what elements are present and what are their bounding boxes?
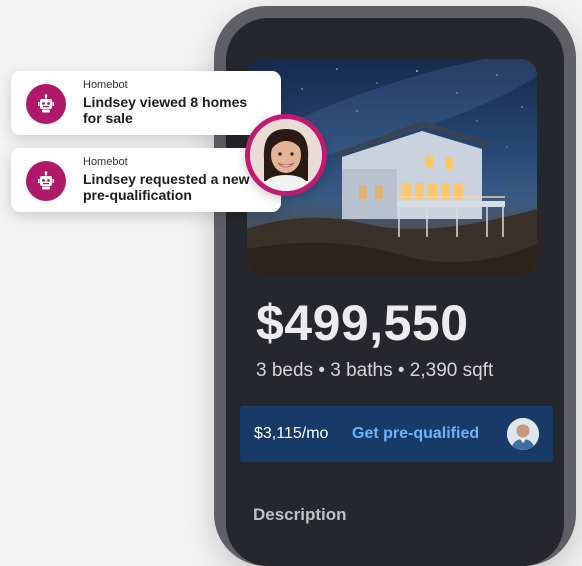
get-prequalified-link[interactable]: Get pre-qualified <box>352 425 479 443</box>
notification-sender: Homebot <box>83 79 128 91</box>
notification-card[interactable]: Homebot Lindsey viewed 8 homes for sale <box>11 71 281 135</box>
lindsey-avatar-photo <box>250 119 322 191</box>
monthly-payment: $3,115/mo <box>254 425 329 442</box>
prequal-bar: $3,115/mo Get pre-qualified <box>240 406 553 462</box>
listing-price: $499,550 <box>256 295 469 351</box>
agent-avatar-illustration <box>507 418 539 450</box>
notification-sender: Homebot <box>83 156 128 168</box>
agent-avatar[interactable] <box>507 418 539 450</box>
robot-icon <box>26 84 66 124</box>
notification-message: Lindsey viewed 8 homes for sale <box>83 94 248 126</box>
description-heading: Description <box>253 505 347 524</box>
robot-icon <box>26 161 66 201</box>
notification-card[interactable]: Homebot Lindsey requested a new pre-qual… <box>11 148 281 212</box>
notification-message: Lindsey requested a new pre-qualificatio… <box>83 171 250 203</box>
listing-details: 3 beds • 3 baths • 2,390 sqft <box>256 360 494 381</box>
lindsey-avatar[interactable] <box>245 114 327 196</box>
